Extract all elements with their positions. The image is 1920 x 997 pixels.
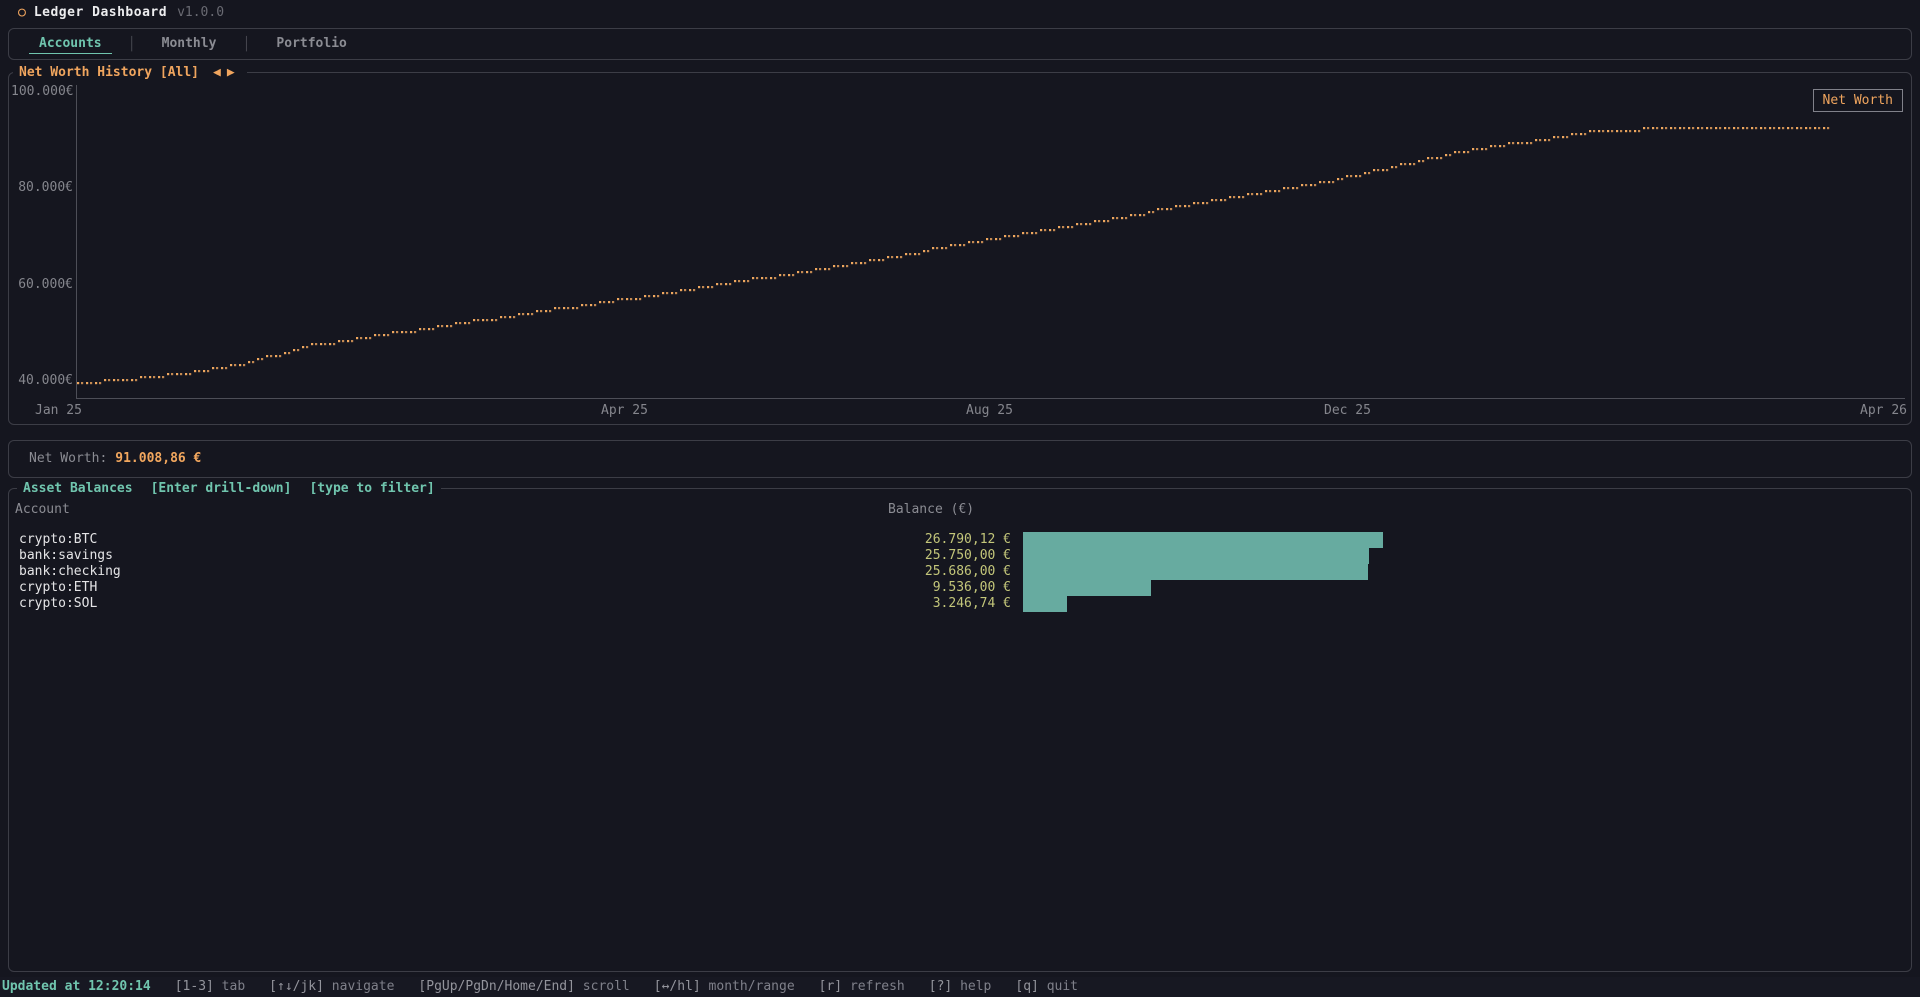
shortcut-key: [?]	[928, 979, 953, 994]
y-axis-label: 100.000€	[11, 84, 74, 99]
net-worth-summary: Net Worth: 91.008,86 €	[8, 440, 1912, 478]
filter-hint: [type to filter]	[309, 481, 435, 496]
chart-plot	[77, 127, 1830, 385]
balances-title-row: Asset Balances [Enter drill-down] [type to…	[17, 479, 441, 499]
shortcut-key: [↔/hl]	[653, 979, 701, 994]
x-axis-label: Dec 25	[1324, 403, 1371, 418]
title-bar: ○ Ledger Dashboard v1.0.0	[0, 0, 1920, 26]
table-row[interactable]: bank:savings 25.750,00 €	[9, 548, 1911, 564]
balance-bar	[1023, 596, 1067, 612]
balance-value: 25.750,00 €	[924, 548, 1011, 563]
balance-rows: crypto:BTC 26.790,12 € bank:savings 25.750,…	[9, 532, 1911, 612]
balance-bar	[1023, 532, 1383, 548]
balance-value: 26.790,12 €	[924, 532, 1011, 547]
shortcut: [↑↓/jk] navigate	[269, 977, 394, 997]
shortcut: [q] quit	[1015, 977, 1078, 997]
shortcut-key: [r]	[818, 979, 843, 994]
balance-value: 25.686,00 €	[924, 564, 1011, 579]
x-axis-label: Apr 25	[601, 403, 648, 418]
shortcut-label: help	[952, 979, 992, 994]
x-axis-label: Jan 25	[35, 403, 82, 418]
balances-title: Asset Balances	[23, 481, 133, 496]
net-worth-value: 91.008,86 €	[115, 451, 202, 466]
balance-bar	[1023, 548, 1369, 564]
x-axis-label: Aug 25	[966, 403, 1013, 418]
tab-separator: │	[242, 36, 251, 52]
column-header-account: Account	[15, 502, 70, 517]
tab-accounts[interactable]: Accounts	[29, 35, 112, 54]
chart-title-row: Net Worth History [All] ◀▶	[13, 63, 247, 83]
shortcut: [?] help	[929, 977, 992, 997]
column-header-balance: Balance (€)	[888, 502, 975, 517]
chart-legend: Net Worth	[1812, 89, 1903, 112]
table-row[interactable]: crypto:SOL 3.246,74 €	[9, 596, 1911, 612]
chart-range-arrows: ◀▶	[213, 65, 241, 80]
tab-separator: │	[127, 36, 136, 52]
chart-next-button[interactable]: ▶	[227, 65, 241, 80]
account-name: bank:checking	[19, 564, 121, 579]
shortcut: [PgUp/PgDn/Home/End] scroll	[418, 977, 629, 997]
shortcut: [↔/hl] month/range	[654, 977, 795, 997]
table-header: Account Balance (€)	[9, 502, 1911, 518]
app-title: Ledger Dashboard	[33, 5, 168, 20]
account-name: crypto:BTC	[19, 532, 98, 547]
shortcut: [r] refresh	[819, 977, 905, 997]
chart-prev-button[interactable]: ◀	[213, 65, 227, 80]
net-worth-chart-panel: Net Worth History [All] ◀▶ 100.000€ 80.00…	[8, 63, 1912, 425]
balance-value: 9.536,00 €	[932, 580, 1011, 595]
shortcut-label: refresh	[842, 979, 905, 994]
status-shortcuts: [1-3] tab [↑↓/jk] navigate [PgUp/PgDn/Home…	[175, 977, 1102, 997]
account-name: crypto:ETH	[19, 580, 98, 595]
table-row[interactable]: crypto:ETH 9.536,00 €	[9, 580, 1911, 596]
updated-at: Updated at 12:20:14	[2, 979, 151, 994]
shortcut-label: month/range	[700, 979, 795, 994]
account-name: crypto:SOL	[19, 596, 98, 611]
app-status-icon: ○	[18, 5, 26, 20]
tab-bar: Accounts │ Monthly │ Portfolio	[8, 28, 1912, 60]
x-axis-label: Apr 26	[1860, 403, 1907, 418]
legend-label: Net Worth	[1822, 93, 1893, 108]
table-row[interactable]: bank:checking 25.686,00 €	[9, 564, 1911, 580]
shortcut-label: navigate	[323, 979, 395, 994]
net-worth-label: Net Worth:	[29, 451, 108, 466]
table-row[interactable]: crypto:BTC 26.790,12 €	[9, 532, 1911, 548]
app-version: v1.0.0	[177, 5, 225, 20]
y-axis-label: 60.000€	[18, 277, 73, 292]
shortcut-key: [↑↓/jk]	[269, 979, 324, 994]
y-axis-label: 80.000€	[18, 180, 73, 195]
y-axis-label: 40.000€	[18, 373, 73, 388]
chart-title: Net Worth History [All]	[19, 65, 200, 80]
shortcut-label: tab	[213, 979, 246, 994]
shortcut-key: [q]	[1015, 979, 1039, 994]
tab-monthly[interactable]: Monthly	[152, 35, 227, 53]
tab-portfolio[interactable]: Portfolio	[266, 35, 356, 53]
status-bar: Updated at 12:20:14 [1-3] tab [↑↓/jk] nav…	[0, 977, 1920, 997]
shortcut: [1-3] tab	[175, 977, 245, 997]
asset-balances-panel: Asset Balances [Enter drill-down] [type to…	[8, 479, 1912, 972]
shortcut-label: quit	[1038, 979, 1079, 994]
account-name: bank:savings	[19, 548, 113, 563]
shortcut-key: [PgUp/PgDn/Home/End]	[418, 979, 575, 994]
shortcut-key: [1-3]	[174, 979, 214, 994]
balance-value: 3.246,74 €	[932, 596, 1011, 611]
balance-bar	[1023, 564, 1369, 580]
shortcut-label: scroll	[574, 979, 630, 994]
drilldown-hint: [Enter drill-down]	[150, 481, 292, 496]
balance-bar	[1023, 580, 1152, 596]
